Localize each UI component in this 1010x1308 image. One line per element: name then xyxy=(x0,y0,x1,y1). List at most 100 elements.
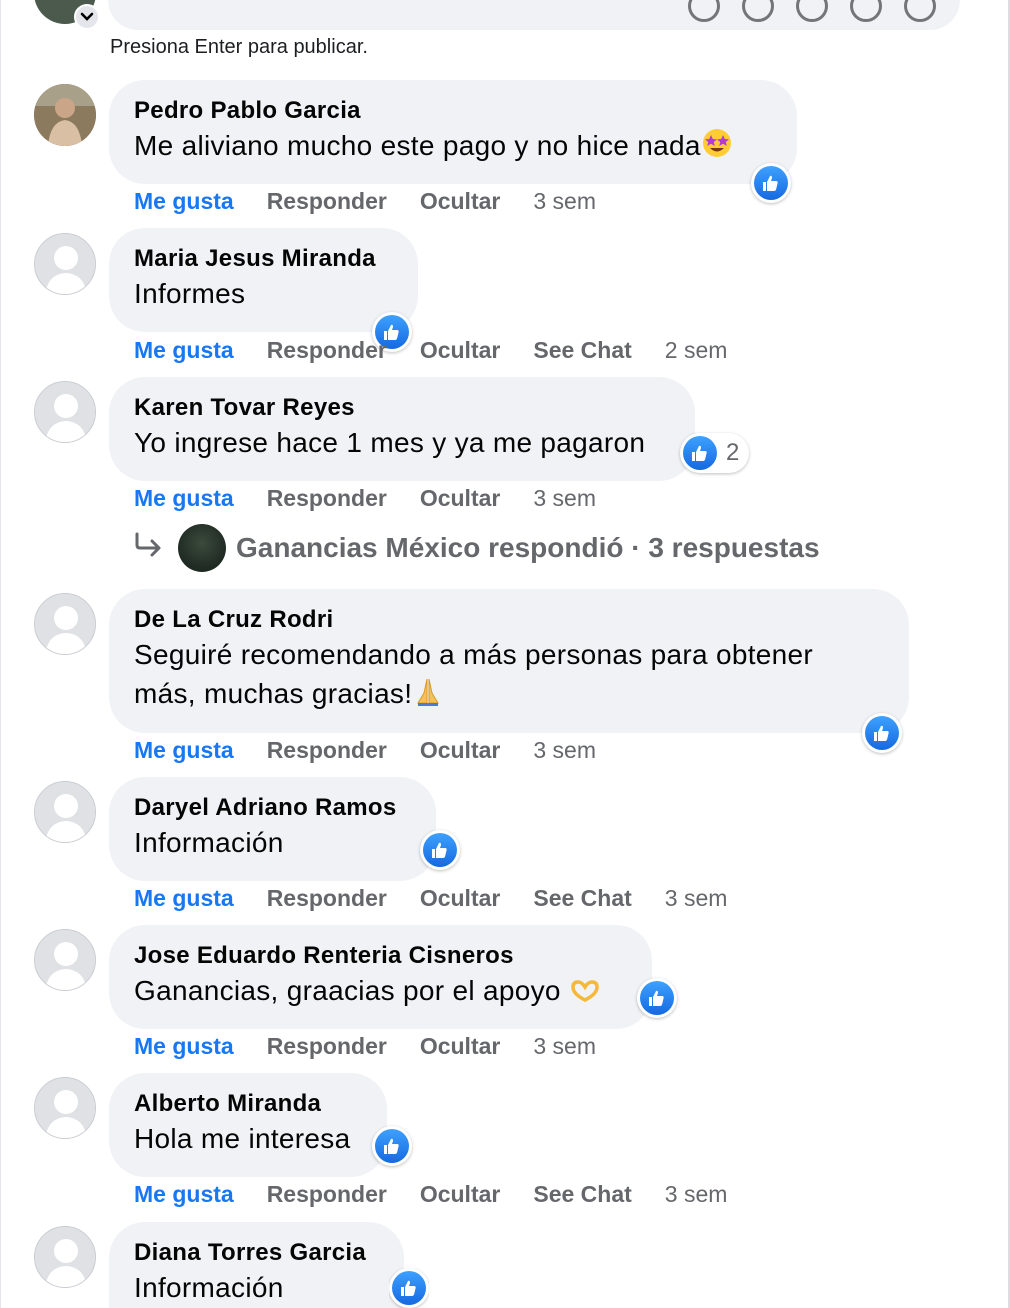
comment-timestamp[interactable]: 3 sem xyxy=(533,1033,596,1060)
comment-text-line: Ganancias, graacias por el apoyo xyxy=(134,975,561,1006)
avatar[interactable] xyxy=(34,84,96,146)
comment-actions: Me gusta Responder Ocultar 3 sem xyxy=(134,188,596,215)
frame-left-border xyxy=(0,0,1,1308)
comment-author[interactable]: Alberto Miranda xyxy=(134,1089,362,1119)
avatar[interactable] xyxy=(34,781,96,843)
comment-author[interactable]: Daryel Adriano Ramos xyxy=(134,793,411,823)
sticker-icon[interactable] xyxy=(850,0,882,22)
avatar[interactable] xyxy=(34,381,96,443)
comment-actions: Me gusta Responder Ocultar 3 sem xyxy=(134,1033,596,1060)
comment-bubble: Daryel Adriano Ramos Información xyxy=(109,777,436,881)
comment-bubble: Alberto Miranda Hola me interesa xyxy=(109,1073,387,1177)
see-chat-button[interactable]: See Chat xyxy=(533,1181,631,1208)
comment-text: Informes xyxy=(134,278,246,309)
comment-author[interactable]: Pedro Pablo Garcia xyxy=(134,96,772,126)
avatar[interactable] xyxy=(34,929,96,991)
see-chat-button[interactable]: See Chat xyxy=(533,337,631,364)
reaction-summary[interactable] xyxy=(751,163,791,203)
composer-hint: Presiona Enter para publicar. xyxy=(110,36,368,58)
like-button[interactable]: Me gusta xyxy=(134,337,234,364)
reaction-summary[interactable] xyxy=(420,830,460,870)
gif-icon[interactable] xyxy=(796,0,828,22)
reaction-summary[interactable]: 2 xyxy=(680,433,750,473)
view-replies-link[interactable]: Ganancias México respondió · 3 respuesta… xyxy=(134,524,820,572)
comment-author[interactable]: De La Cruz Rodri xyxy=(134,605,884,635)
comment-text: Me aliviano mucho este pago y no hice na… xyxy=(134,126,772,169)
comment-timestamp[interactable]: 3 sem xyxy=(533,188,596,215)
avatar[interactable] xyxy=(34,1226,96,1288)
comment-text-line: Me aliviano mucho este pago y no hice na… xyxy=(134,130,701,161)
comment-text: más, muchas gracias! xyxy=(134,674,884,717)
comment-timestamp[interactable]: 3 sem xyxy=(665,1181,728,1208)
hide-button[interactable]: Ocultar xyxy=(420,737,501,764)
avatar[interactable] xyxy=(34,593,96,655)
reaction-summary[interactable] xyxy=(637,978,677,1018)
reaction-summary[interactable] xyxy=(389,1268,429,1308)
folded-hands-emoji xyxy=(412,675,444,717)
comment-bubble: Jose Eduardo Renteria Cisneros Ganancias… xyxy=(109,925,652,1029)
hide-button[interactable]: Ocultar xyxy=(420,188,501,215)
comment-text-line: más, muchas gracias! xyxy=(134,678,413,709)
chevron-down-icon[interactable] xyxy=(74,4,100,30)
hide-button[interactable]: Ocultar xyxy=(420,337,501,364)
comment-text: Hola me interesa xyxy=(134,1123,351,1154)
like-reaction-icon xyxy=(420,830,460,870)
like-reaction-icon xyxy=(682,435,718,471)
like-button[interactable]: Me gusta xyxy=(134,1033,234,1060)
avatar[interactable] xyxy=(34,233,96,295)
comment-actions: Me gusta Responder Ocultar 3 sem xyxy=(134,485,596,512)
avatar[interactable] xyxy=(34,1077,96,1139)
like-button[interactable]: Me gusta xyxy=(134,1181,234,1208)
comment-author[interactable]: Jose Eduardo Renteria Cisneros xyxy=(134,941,627,971)
reaction-summary[interactable] xyxy=(372,1126,412,1166)
hide-button[interactable]: Ocultar xyxy=(420,885,501,912)
replier-avatar xyxy=(178,524,226,572)
like-button[interactable]: Me gusta xyxy=(134,737,234,764)
comment-bubble: Diana Torres Garcia Información xyxy=(109,1222,404,1308)
reaction-count: 2 xyxy=(726,439,740,466)
comment-text: Yo ingrese hace 1 mes y ya me pagaron xyxy=(134,427,646,458)
comment-text: Información xyxy=(134,827,284,858)
comment-author[interactable]: Diana Torres Garcia xyxy=(134,1238,379,1268)
replies-summary-text: Ganancias México respondió · 3 respuesta… xyxy=(236,532,820,563)
comment-actions: Me gusta Responder Ocultar 3 sem xyxy=(134,737,596,764)
reply-button[interactable]: Responder xyxy=(267,337,387,364)
reply-button[interactable]: Responder xyxy=(267,885,387,912)
hide-button[interactable]: Ocultar xyxy=(420,1181,501,1208)
hide-button[interactable]: Ocultar xyxy=(420,485,501,512)
reply-button[interactable]: Responder xyxy=(267,485,387,512)
like-reaction-icon xyxy=(372,1126,412,1166)
comment-timestamp[interactable]: 2 sem xyxy=(665,337,728,364)
like-button[interactable]: Me gusta xyxy=(134,485,234,512)
reply-button[interactable]: Responder xyxy=(267,188,387,215)
comment-text: Ganancias, graacias por el apoyo xyxy=(134,971,627,1014)
star-struck-emoji xyxy=(701,127,733,169)
comment-bubble: Karen Tovar Reyes Yo ingrese hace 1 mes … xyxy=(109,377,695,481)
camera-icon[interactable] xyxy=(742,0,774,22)
like-reaction-icon xyxy=(862,713,902,753)
reaction-summary[interactable] xyxy=(862,713,902,753)
comment-text-line: Seguiré recomendando a más personas para… xyxy=(134,639,814,670)
comment-actions: Me gusta Responder Ocultar See Chat 2 se… xyxy=(134,337,727,364)
comment-timestamp[interactable]: 3 sem xyxy=(533,485,596,512)
comment-timestamp[interactable]: 3 sem xyxy=(533,737,596,764)
hide-button[interactable]: Ocultar xyxy=(420,1033,501,1060)
comment-input[interactable] xyxy=(108,0,960,30)
comment-bubble: De La Cruz Rodri Seguiré recomendando a … xyxy=(109,589,909,733)
comment-actions: Me gusta Responder Ocultar See Chat 3 se… xyxy=(134,1181,727,1208)
reply-arrow-icon xyxy=(134,532,164,565)
comment-bubble: Pedro Pablo Garcia Me aliviano mucho est… xyxy=(109,80,797,184)
comment-author[interactable]: Karen Tovar Reyes xyxy=(134,393,670,423)
reply-button[interactable]: Responder xyxy=(267,737,387,764)
like-reaction-icon xyxy=(389,1268,429,1308)
see-chat-button[interactable]: See Chat xyxy=(533,885,631,912)
comment-timestamp[interactable]: 3 sem xyxy=(665,885,728,912)
comment-author[interactable]: Maria Jesus Miranda xyxy=(134,244,393,274)
like-button[interactable]: Me gusta xyxy=(134,885,234,912)
reply-button[interactable]: Responder xyxy=(267,1033,387,1060)
like-button[interactable]: Me gusta xyxy=(134,188,234,215)
emoji-icon[interactable] xyxy=(688,0,720,22)
attach-icon[interactable] xyxy=(904,0,936,22)
heart-hands-emoji xyxy=(569,975,601,1014)
reply-button[interactable]: Responder xyxy=(267,1181,387,1208)
